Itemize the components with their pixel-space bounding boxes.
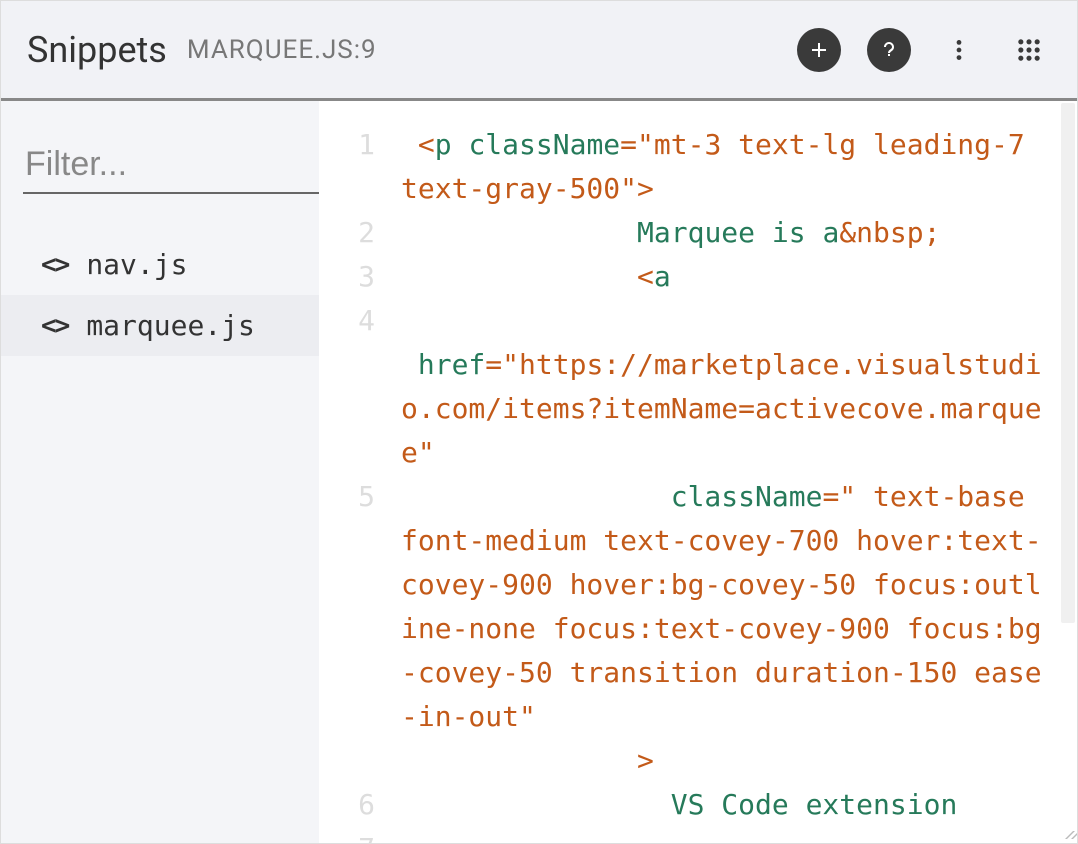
content-area: <>nav.js<>marquee.js 1.234...5......67 <… — [1, 101, 1077, 843]
line-number: 1 — [319, 123, 375, 167]
code-line: VS Code extension — [401, 783, 1049, 827]
line-number: 4 — [319, 299, 375, 343]
line-number: 3 — [319, 255, 375, 299]
code-line: className=" text-base font-medium text-c… — [401, 475, 1049, 739]
apps-menu-button[interactable] — [1007, 28, 1051, 72]
file-item-nav-js[interactable]: <> nav.js — [1, 234, 319, 295]
line-number: . — [319, 563, 375, 607]
apps-grid-icon — [1015, 36, 1043, 64]
line-number: . — [319, 167, 375, 211]
line-number: 7 — [319, 827, 375, 843]
line-number: . — [319, 431, 375, 475]
help-button[interactable] — [867, 28, 911, 72]
plus-icon — [807, 38, 831, 62]
code-line: Marquee is a&nbsp; — [401, 211, 1049, 255]
line-number: . — [319, 695, 375, 739]
line-number: 2 — [319, 211, 375, 255]
more-options-button[interactable] — [937, 28, 981, 72]
resize-handle-icon[interactable] — [1055, 821, 1073, 839]
line-number: . — [319, 651, 375, 695]
panel-title: Snippets — [27, 29, 167, 71]
line-number: . — [319, 519, 375, 563]
code-file-icon: <> — [41, 250, 68, 280]
code-line: <a — [401, 255, 1049, 299]
line-number: . — [319, 739, 375, 783]
snippets-panel: Snippets MARQUEE.JS:9 <> nav.js <> marquee.… — [0, 0, 1078, 844]
snippet-file-list: <> nav.js <> marquee.js — [1, 234, 319, 843]
current-file-location: MARQUEE.JS:9 — [187, 35, 377, 65]
filter-row — [1, 141, 319, 194]
editor-scrollbar[interactable] — [1059, 103, 1075, 841]
question-icon — [877, 38, 901, 62]
file-name: nav.js — [86, 248, 187, 281]
code-line: href="https://marketplace.visualstudio.c… — [401, 343, 1049, 475]
line-number: 5 — [319, 475, 375, 519]
add-snippet-button[interactable] — [797, 28, 841, 72]
more-vert-icon — [946, 37, 972, 63]
code-editor[interactable]: 1.234...5......67 <p className="mt-3 tex… — [319, 101, 1077, 843]
code-content[interactable]: <p className="mt-3 text-lg leading-7 tex… — [389, 101, 1077, 843]
code-line: <p className="mt-3 text-lg leading-7 tex… — [401, 123, 1049, 211]
code-line: > — [401, 739, 1049, 783]
line-number: 6 — [319, 783, 375, 827]
line-number: . — [319, 387, 375, 431]
line-number: . — [319, 343, 375, 387]
line-number-gutter: 1.234...5......67 — [319, 101, 389, 843]
code-line — [401, 299, 1049, 343]
code-file-icon: <> — [41, 311, 68, 341]
file-item-marquee-js[interactable]: <> marquee.js — [1, 295, 319, 356]
file-name: marquee.js — [86, 309, 255, 342]
sidebar: <> nav.js <> marquee.js — [1, 101, 319, 843]
toolbar: Snippets MARQUEE.JS:9 — [1, 1, 1077, 101]
line-number: . — [319, 607, 375, 651]
